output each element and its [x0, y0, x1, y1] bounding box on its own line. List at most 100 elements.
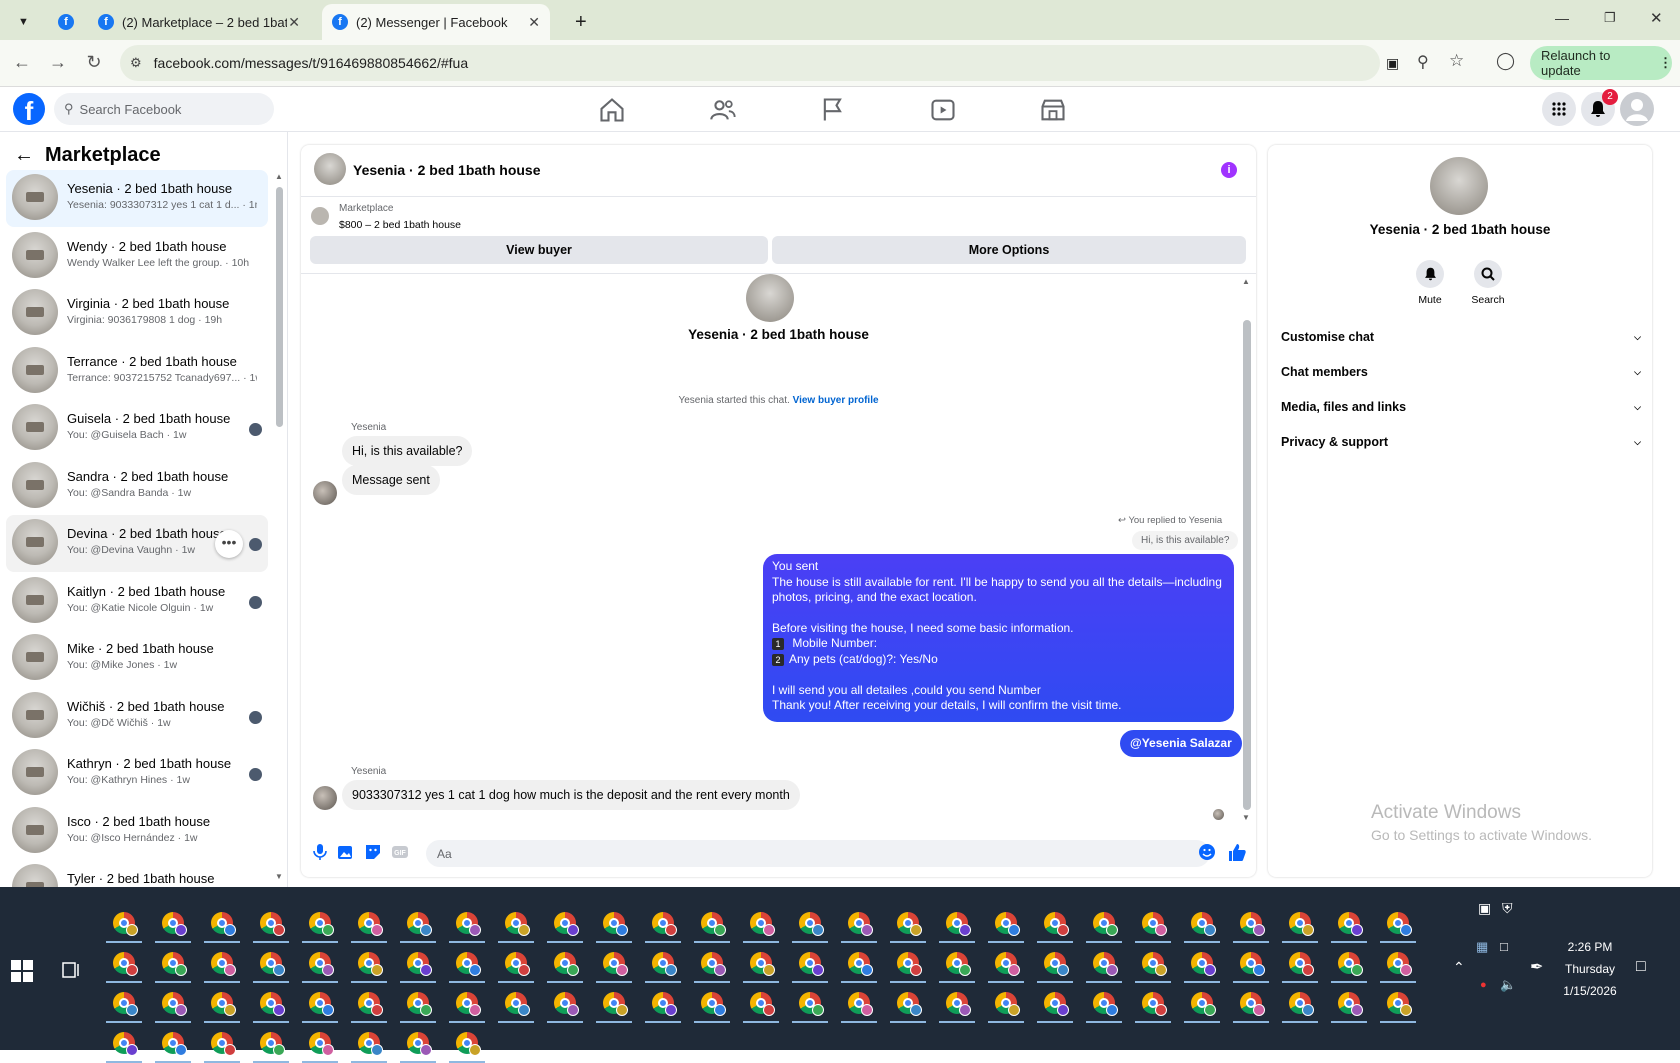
- conversation-item[interactable]: Kathryn · 2 bed 1bath house You: @Kathryn…: [6, 745, 268, 802]
- conversation-item[interactable]: Terrance · 2 bed 1bath house Terrance: 90…: [6, 343, 268, 400]
- chrome-icon[interactable]: [1380, 989, 1416, 1023]
- home-icon[interactable]: [598, 96, 626, 124]
- chrome-icon[interactable]: [1282, 909, 1318, 943]
- chrome-icon[interactable]: [400, 989, 436, 1023]
- chrome-icon[interactable]: [351, 949, 387, 983]
- chrome-icon[interactable]: [204, 909, 240, 943]
- conversation-item[interactable]: Devina · 2 bed 1bath house You: @Devina V…: [6, 515, 268, 572]
- sender-avatar[interactable]: [313, 481, 337, 505]
- site-info-icon[interactable]: ⚙: [130, 55, 142, 71]
- chrome-icon[interactable]: [1135, 989, 1171, 1023]
- window-close-icon[interactable]: ✕: [1650, 9, 1663, 27]
- reload-icon[interactable]: ↻: [82, 52, 106, 73]
- clock-day[interactable]: Thursday: [1560, 962, 1620, 976]
- new-tab-button[interactable]: +: [565, 4, 595, 40]
- chrome-icon[interactable]: [890, 949, 926, 983]
- clock-time[interactable]: 2:26 PM: [1560, 940, 1620, 954]
- chrome-icon[interactable]: [939, 949, 975, 983]
- scroll-down-icon[interactable]: ▼: [275, 872, 283, 881]
- chrome-icon[interactable]: [890, 909, 926, 943]
- chrome-icon[interactable]: [449, 989, 485, 1023]
- list-scrollbar[interactable]: [276, 187, 283, 427]
- gif-icon[interactable]: GIF: [391, 843, 409, 861]
- scroll-down-icon[interactable]: ▼: [1242, 813, 1250, 822]
- chrome-icon[interactable]: [792, 989, 828, 1023]
- like-icon[interactable]: [1227, 843, 1247, 863]
- video-icon[interactable]: [929, 96, 957, 124]
- chrome-icon[interactable]: [1135, 949, 1171, 983]
- outgoing-mention[interactable]: @Yesenia Salazar: [1120, 730, 1242, 757]
- chrome-icon[interactable]: [596, 949, 632, 983]
- chrome-icon[interactable]: [547, 989, 583, 1023]
- conversation-item[interactable]: Guisela · 2 bed 1bath house You: @Guisela…: [6, 400, 268, 457]
- chrome-icon[interactable]: [302, 909, 338, 943]
- bookmark-star-icon[interactable]: ☆: [1449, 51, 1464, 71]
- chrome-icon[interactable]: [939, 989, 975, 1023]
- chrome-icon[interactable]: [1233, 909, 1269, 943]
- chrome-icon[interactable]: [302, 989, 338, 1023]
- back-arrow-icon[interactable]: ←: [14, 144, 34, 167]
- notifications-center-icon[interactable]: □: [1636, 958, 1646, 976]
- search-input[interactable]: ⚲ Search Facebook: [54, 93, 274, 125]
- chrome-icon[interactable]: [253, 989, 289, 1023]
- view-buyer-profile-link[interactable]: View buyer profile: [793, 395, 879, 406]
- chrome-icon[interactable]: [1331, 909, 1367, 943]
- chrome-icon[interactable]: [204, 1029, 240, 1063]
- incoming-message[interactable]: Message sent: [342, 465, 440, 495]
- clock-date[interactable]: 1/15/2026: [1560, 984, 1620, 998]
- chrome-icon[interactable]: [400, 909, 436, 943]
- chrome-icon[interactable]: [988, 909, 1024, 943]
- incoming-message[interactable]: 9033307312 yes 1 cat 1 dog how much is t…: [342, 780, 800, 810]
- chrome-icon[interactable]: [792, 949, 828, 983]
- chrome-icon[interactable]: [302, 1029, 338, 1063]
- chrome-icon[interactable]: [106, 1029, 142, 1063]
- taskbar-app-icon[interactable]: ▦: [1476, 939, 1488, 955]
- chrome-icon[interactable]: [1135, 909, 1171, 943]
- chrome-icon[interactable]: [1380, 909, 1416, 943]
- chrome-icon[interactable]: [106, 909, 142, 943]
- sender-avatar[interactable]: [313, 786, 337, 810]
- chrome-icon[interactable]: [351, 909, 387, 943]
- relaunch-button[interactable]: Relaunch to update ⋮: [1530, 46, 1672, 80]
- chrome-icon[interactable]: [645, 909, 681, 943]
- network-icon[interactable]: □: [1500, 939, 1508, 954]
- chrome-icon[interactable]: [400, 949, 436, 983]
- chrome-icon[interactable]: [253, 1029, 289, 1063]
- chrome-icon[interactable]: [1233, 989, 1269, 1023]
- chrome-icon[interactable]: [841, 989, 877, 1023]
- chat-scrollbar[interactable]: [1243, 320, 1251, 810]
- chrome-icon[interactable]: [351, 1029, 387, 1063]
- chrome-icon[interactable]: [400, 1029, 436, 1063]
- chrome-icon[interactable]: [449, 1029, 485, 1063]
- conversation-item[interactable]: Mike · 2 bed 1bath house You: @Mike Jones…: [6, 630, 268, 687]
- chrome-icon[interactable]: [1331, 949, 1367, 983]
- chrome-icon[interactable]: [302, 949, 338, 983]
- chrome-icon[interactable]: [988, 989, 1024, 1023]
- chrome-icon[interactable]: [988, 949, 1024, 983]
- chrome-icon[interactable]: [841, 949, 877, 983]
- chat-title[interactable]: Yesenia · 2 bed 1bath house: [353, 162, 541, 178]
- chrome-icon[interactable]: [106, 949, 142, 983]
- message-input[interactable]: Aa: [426, 840, 1210, 867]
- search-button[interactable]: Search: [1458, 260, 1518, 306]
- quoted-message[interactable]: Hi, is this available?: [1132, 531, 1239, 550]
- chrome-icon[interactable]: [1331, 989, 1367, 1023]
- chrome-icon[interactable]: [596, 909, 632, 943]
- flag-icon[interactable]: [819, 96, 847, 124]
- chrome-icon[interactable]: [1037, 909, 1073, 943]
- listing-title[interactable]: $800 – 2 bed 1bath house: [339, 219, 461, 231]
- chrome-icon[interactable]: [743, 909, 779, 943]
- chrome-icon[interactable]: [694, 949, 730, 983]
- chat-members-row[interactable]: Chat members ⌵: [1281, 365, 1641, 379]
- chrome-icon[interactable]: [498, 909, 534, 943]
- chrome-icon[interactable]: [498, 949, 534, 983]
- chrome-icon[interactable]: [498, 989, 534, 1023]
- windows-start-icon[interactable]: [10, 959, 34, 983]
- view-buyer-button[interactable]: View buyer: [310, 236, 768, 264]
- menu-grid-icon[interactable]: [1542, 92, 1576, 126]
- tab-marketplace[interactable]: f (2) Marketplace – 2 bed 1bath h ✕: [88, 4, 310, 40]
- chrome-icon[interactable]: [1233, 949, 1269, 983]
- more-options-button[interactable]: More Options: [772, 236, 1246, 264]
- chrome-icon[interactable]: [1184, 989, 1220, 1023]
- chrome-icon[interactable]: [1037, 989, 1073, 1023]
